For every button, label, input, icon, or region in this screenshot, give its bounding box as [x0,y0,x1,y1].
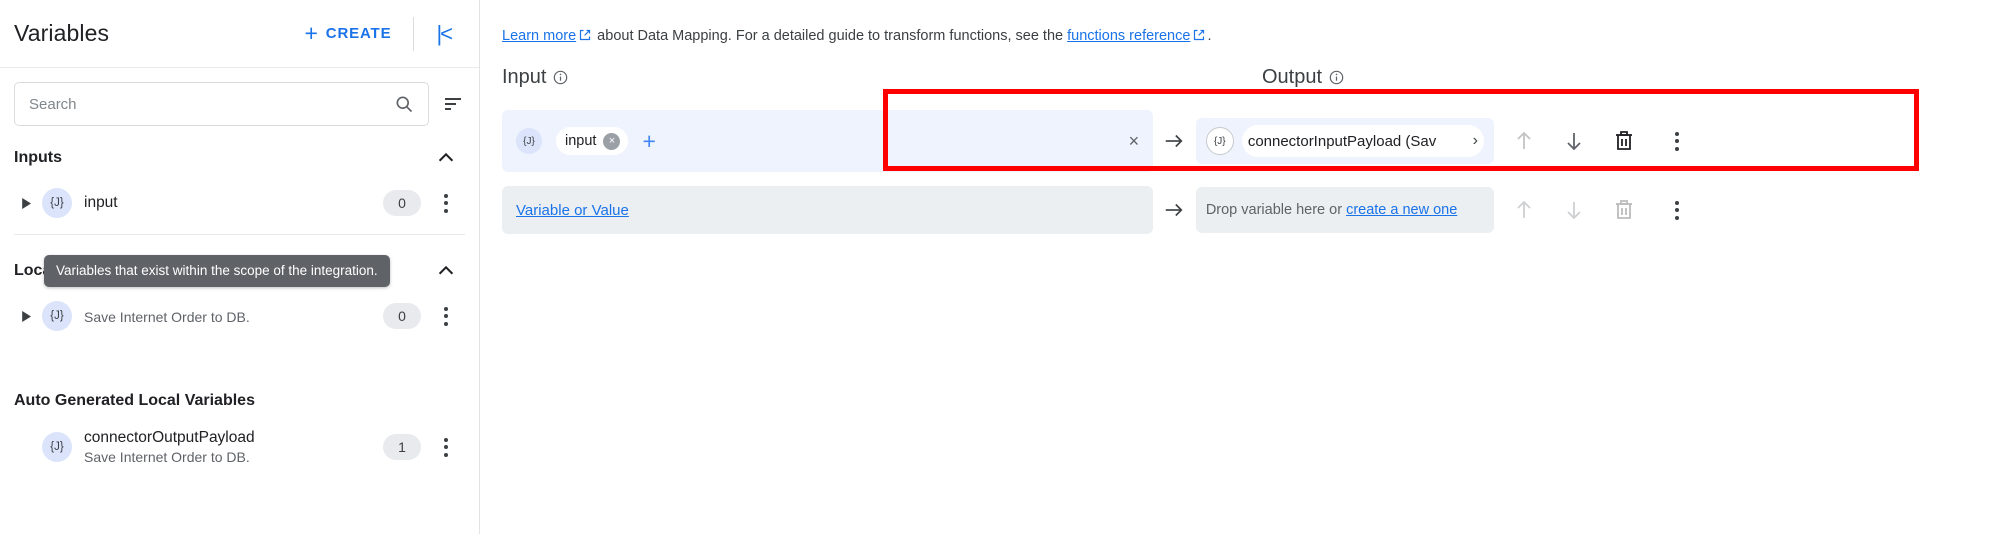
input-column-header: Input [502,66,568,89]
input-chip[interactable]: input × [556,127,629,155]
info-icon[interactable] [553,70,568,85]
json-icon: {J} [42,188,72,218]
mapping-main: Learn more about Data Mapping. For a det… [480,0,2000,534]
section-inputs: Inputs {J} input 0 [0,136,479,235]
row-actions [1512,126,1692,156]
divider [14,234,465,235]
info-icon[interactable] [1329,70,1344,85]
chevron-up-icon[interactable] [435,260,457,282]
sidebar-header-actions: + CREATE |< [294,14,457,53]
move-down-icon[interactable] [1562,129,1586,153]
list-item[interactable]: {J} input 0 [14,180,465,226]
mapping-row: Variable or Value Drop variable here or … [502,182,1692,238]
input-field[interactable]: {J} input × + × [502,110,1154,172]
variable-name: input [84,194,118,211]
output-column-label: Output [1262,66,1323,88]
learn-more-link[interactable]: Learn more [502,28,576,44]
tooltip: Variables that exist within the scope of… [44,255,390,287]
help-text: Learn more about Data Mapping. For a det… [480,0,2000,44]
more-options-icon[interactable] [1662,126,1692,156]
move-down-icon[interactable] [1562,198,1586,222]
more-options-icon[interactable] [431,301,461,331]
variable-name: connectorOutputPayload [84,429,255,446]
search-icon [396,96,413,113]
list-item[interactable]: {J} connectorOutputPayload Save Internet… [14,423,465,471]
section-header-inputs[interactable]: Inputs [14,136,465,180]
output-field[interactable]: Drop variable here or create a new one [1195,187,1494,233]
arrow-right-icon [1166,134,1183,148]
section-title-auto-generated: Auto Generated Local Variables [14,392,255,409]
variable-subtitle: Save Internet Order to DB. [84,309,250,325]
count-badge: 0 [383,190,421,216]
mapping-arrow [1153,199,1196,221]
variables-sidebar: Variables + CREATE |< Search Inputs {J} … [0,0,480,534]
help-text-middle: about Data Mapping. For a detailed guide… [593,28,1068,44]
mapping-row: {J} input × + × {J} connectorInputPayloa… [502,100,1692,182]
more-options-icon[interactable] [431,432,461,462]
drop-hint-text: Drop variable here or [1205,202,1347,218]
variable-or-value-link[interactable]: Variable or Value [516,202,629,219]
sort-icon[interactable] [441,92,465,116]
header-divider [413,16,415,51]
output-column-header: Output [1262,66,1344,89]
list-item[interactable]: {J} Save Internet Order to DB. 0 [14,293,465,339]
json-icon: {J} [1205,127,1234,155]
output-field[interactable]: {J} connectorInputPayload (Sav › [1195,118,1494,164]
search-row [0,68,479,136]
section-title-inputs: Inputs [14,149,62,166]
more-options-icon[interactable] [1662,195,1692,225]
input-chip-wrap: {J} input × + [516,127,656,155]
delete-icon[interactable] [1612,198,1636,222]
clear-input-icon[interactable]: × [1129,131,1140,152]
data-mapping-page: Variables + CREATE |< Search Inputs {J} … [0,0,2000,534]
add-input-icon[interactable]: + [642,129,655,153]
json-icon: {J} [42,432,72,462]
json-icon: {J} [516,128,542,154]
page-title: Variables [14,20,110,46]
chevron-up-icon[interactable] [435,147,457,169]
external-link-icon [580,29,591,41]
search-input[interactable] [29,95,394,113]
output-chip[interactable]: connectorInputPayload (Sav › [1241,125,1484,157]
plus-icon: + [304,20,319,46]
collapse-panel-icon[interactable]: |< [430,19,457,49]
count-badge: 0 [383,303,421,329]
output-chip-label: connectorInputPayload (Sav [1247,132,1437,150]
move-up-icon[interactable] [1512,129,1536,153]
list-item-texts: input [84,194,118,212]
json-icon: {J} [42,301,72,331]
create-button-label: CREATE [325,25,392,42]
help-text-end: . [1207,28,1212,44]
variable-subtitle: Save Internet Order to DB. [84,449,250,465]
delete-icon[interactable] [1612,129,1636,153]
input-chip-label: input [565,133,597,149]
input-field[interactable]: Variable or Value [502,186,1154,234]
input-column-label: Input [502,66,547,88]
arrow-right-icon [1166,203,1183,217]
list-item-texts: Save Internet Order to DB. [84,307,250,325]
section-header-auto-generated: Auto Generated Local Variables [14,379,465,423]
row-actions [1512,195,1692,225]
remove-chip-icon[interactable]: × [603,132,621,150]
more-options-icon[interactable] [431,188,461,218]
chevron-right-icon[interactable]: › [1473,132,1478,150]
sidebar-header: Variables + CREATE |< [0,0,479,68]
list-item-texts: connectorOutputPayload Save Internet Ord… [84,429,255,465]
mapping-arrow [1153,130,1196,152]
create-new-variable-link[interactable]: create a new one [1346,202,1457,218]
section-auto-generated: Auto Generated Local Variables {J} conne… [0,379,479,471]
search-box[interactable] [14,82,429,126]
functions-reference-link[interactable]: functions reference [1067,28,1190,44]
count-badge: 1 [383,434,421,460]
expand-triangle-icon[interactable] [14,310,36,322]
mapping-rows: {J} input × + × {J} connectorInputPayloa… [502,100,1692,238]
create-button[interactable]: + CREATE [294,14,401,53]
external-link-icon [1194,29,1205,41]
move-up-icon[interactable] [1512,198,1536,222]
expand-triangle-icon[interactable] [14,197,36,209]
drop-hint: Drop variable here or create a new one [1206,202,1458,218]
